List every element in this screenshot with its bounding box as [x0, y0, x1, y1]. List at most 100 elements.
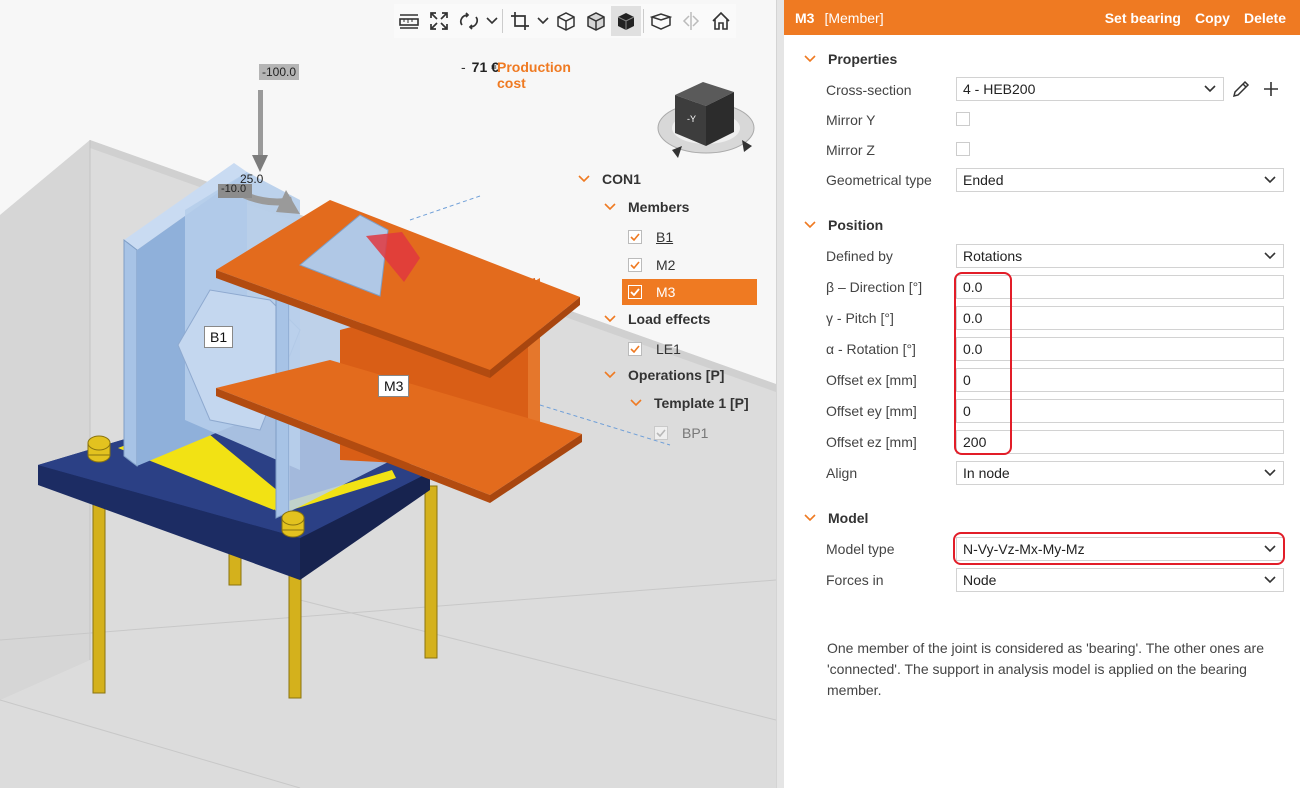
- offset-ey-label: Offset ey [mm]: [826, 403, 917, 419]
- section-title: Position: [828, 217, 884, 233]
- tree-label: M2: [656, 257, 676, 273]
- zoom-extents-icon[interactable]: [424, 6, 454, 36]
- section-properties[interactable]: Properties: [804, 51, 897, 67]
- chevron-down-icon: [1263, 545, 1277, 553]
- load-small-label: -10.0: [221, 183, 247, 195]
- chevron-down-icon[interactable]: [630, 397, 642, 409]
- member-label-b1: B1: [204, 326, 234, 348]
- panel-splitter[interactable]: [776, 0, 784, 788]
- model-type-select[interactable]: N-Vy-Vz-Mx-My-Mz: [956, 537, 1284, 561]
- geometrical-type-label: Geometrical type: [826, 172, 932, 188]
- align-select[interactable]: In node: [956, 461, 1284, 485]
- load-force-label: -100.0: [259, 64, 300, 80]
- tree-node-operations[interactable]: Operations [P]: [604, 362, 724, 388]
- chevron-down-icon[interactable]: [804, 514, 816, 522]
- open-box-icon[interactable]: [646, 6, 676, 36]
- offset-ey-input[interactable]: 0: [956, 399, 1284, 423]
- defined-by-value: Rotations: [963, 248, 1023, 264]
- production-cost-value: 71 €: [471, 59, 499, 75]
- tree-node-members[interactable]: Members: [604, 194, 689, 220]
- chevron-down-icon[interactable]: [804, 221, 816, 229]
- production-cost-separator: -: [461, 59, 466, 75]
- chevron-down-icon[interactable]: [604, 369, 616, 381]
- tree-item-m2[interactable]: M2: [628, 252, 675, 278]
- add-plus-icon[interactable]: [1260, 78, 1282, 100]
- mirror-icon[interactable]: [676, 6, 706, 36]
- geometrical-type-select[interactable]: Ended: [956, 168, 1284, 192]
- properties-panel: M3 [Member] Set bearing Copy Delete Prop…: [784, 0, 1300, 788]
- tree-label: CON1: [602, 171, 641, 187]
- chevron-down-icon[interactable]: [604, 201, 616, 213]
- edit-pencil-icon[interactable]: [1230, 78, 1252, 100]
- chevron-down-icon: [1263, 252, 1277, 260]
- alpha-rotation-label: α - Rotation [°]: [826, 341, 916, 357]
- chevron-down-icon: [1263, 176, 1277, 184]
- model-type-label: Model type: [826, 541, 895, 557]
- delete-button[interactable]: Delete: [1244, 10, 1286, 26]
- chevron-down-icon[interactable]: [804, 55, 816, 63]
- solid-cube-icon[interactable]: [611, 6, 641, 36]
- tree-node-con1[interactable]: CON1: [578, 166, 641, 192]
- mirror-z-checkbox[interactable]: [956, 142, 970, 156]
- ruler-icon[interactable]: [394, 6, 424, 36]
- forces-in-select[interactable]: Node: [956, 568, 1284, 592]
- tree-item-le1[interactable]: LE1: [628, 336, 681, 362]
- tree-item-bp1[interactable]: BP1: [654, 420, 708, 446]
- beta-direction-input[interactable]: 0.0: [956, 275, 1284, 299]
- model-type-value: N-Vy-Vz-Mx-My-Mz: [963, 541, 1085, 557]
- tree-node-template-1[interactable]: Template 1 [P]: [630, 390, 749, 416]
- tree-item-m3[interactable]: M3: [622, 279, 757, 305]
- wireframe-cube-icon[interactable]: [551, 6, 581, 36]
- toolbar-separator: [643, 9, 644, 33]
- section-position[interactable]: Position: [804, 217, 883, 233]
- tree-label: Template 1 [P]: [654, 395, 749, 411]
- offset-ey-value: 0: [963, 403, 971, 419]
- tree-item-b1[interactable]: B1: [628, 224, 673, 250]
- tree-node-load-effects[interactable]: Load effects: [604, 306, 710, 332]
- offset-ex-value: 0: [963, 372, 971, 388]
- offset-ex-input[interactable]: 0: [956, 368, 1284, 392]
- chevron-down-icon[interactable]: [484, 6, 500, 36]
- offset-ez-label: Offset ez [mm]: [826, 434, 917, 450]
- defined-by-select[interactable]: Rotations: [956, 244, 1284, 268]
- alpha-rotation-value: 0.0: [963, 341, 983, 357]
- 3d-viewport[interactable]: Production cost -71 € -100.0 25.0 -10.0 B…: [0, 0, 776, 788]
- chevron-down-icon[interactable]: [535, 6, 551, 36]
- checkbox[interactable]: [628, 258, 642, 272]
- alpha-rotation-input[interactable]: 0.0: [956, 337, 1284, 361]
- chevron-down-icon: [1263, 469, 1277, 477]
- forces-in-label: Forces in: [826, 572, 884, 588]
- checkbox[interactable]: [628, 230, 642, 244]
- set-bearing-button[interactable]: Set bearing: [1105, 10, 1181, 26]
- view-cube-face-label: -Y: [687, 114, 696, 124]
- crop-icon[interactable]: [505, 6, 535, 36]
- tree-label: Operations [P]: [628, 367, 725, 383]
- checkbox[interactable]: [654, 426, 668, 440]
- mirror-y-checkbox[interactable]: [956, 112, 970, 126]
- toolbar-separator: [502, 9, 503, 33]
- home-icon[interactable]: [706, 6, 736, 36]
- rotate-view-icon[interactable]: [454, 6, 484, 36]
- production-cost: Production cost -71 €: [455, 59, 571, 91]
- section-title: Model: [828, 510, 869, 526]
- cross-section-select[interactable]: 4 - HEB200: [956, 77, 1224, 101]
- gamma-pitch-input[interactable]: 0.0: [956, 306, 1284, 330]
- checkbox[interactable]: [628, 285, 642, 299]
- tree-label: LE1: [656, 341, 681, 357]
- section-model[interactable]: Model: [804, 510, 868, 526]
- offset-ez-input[interactable]: 200: [956, 430, 1284, 454]
- section-title: Properties: [828, 51, 898, 67]
- copy-button[interactable]: Copy: [1195, 10, 1230, 26]
- offset-ex-label: Offset ex [mm]: [826, 372, 917, 388]
- geometrical-type-value: Ended: [963, 172, 1004, 188]
- chevron-down-icon[interactable]: [578, 173, 590, 185]
- mirror-y-label: Mirror Y: [826, 112, 876, 128]
- cross-section-label: Cross-section: [826, 82, 912, 98]
- view-toolbar: [394, 4, 736, 38]
- checkbox[interactable]: [628, 342, 642, 356]
- chevron-down-icon[interactable]: [604, 313, 616, 325]
- beta-direction-value: 0.0: [963, 279, 983, 295]
- tree-label: BP1: [682, 425, 709, 441]
- tree-label: Members: [628, 199, 690, 215]
- transparent-cube-icon[interactable]: [581, 6, 611, 36]
